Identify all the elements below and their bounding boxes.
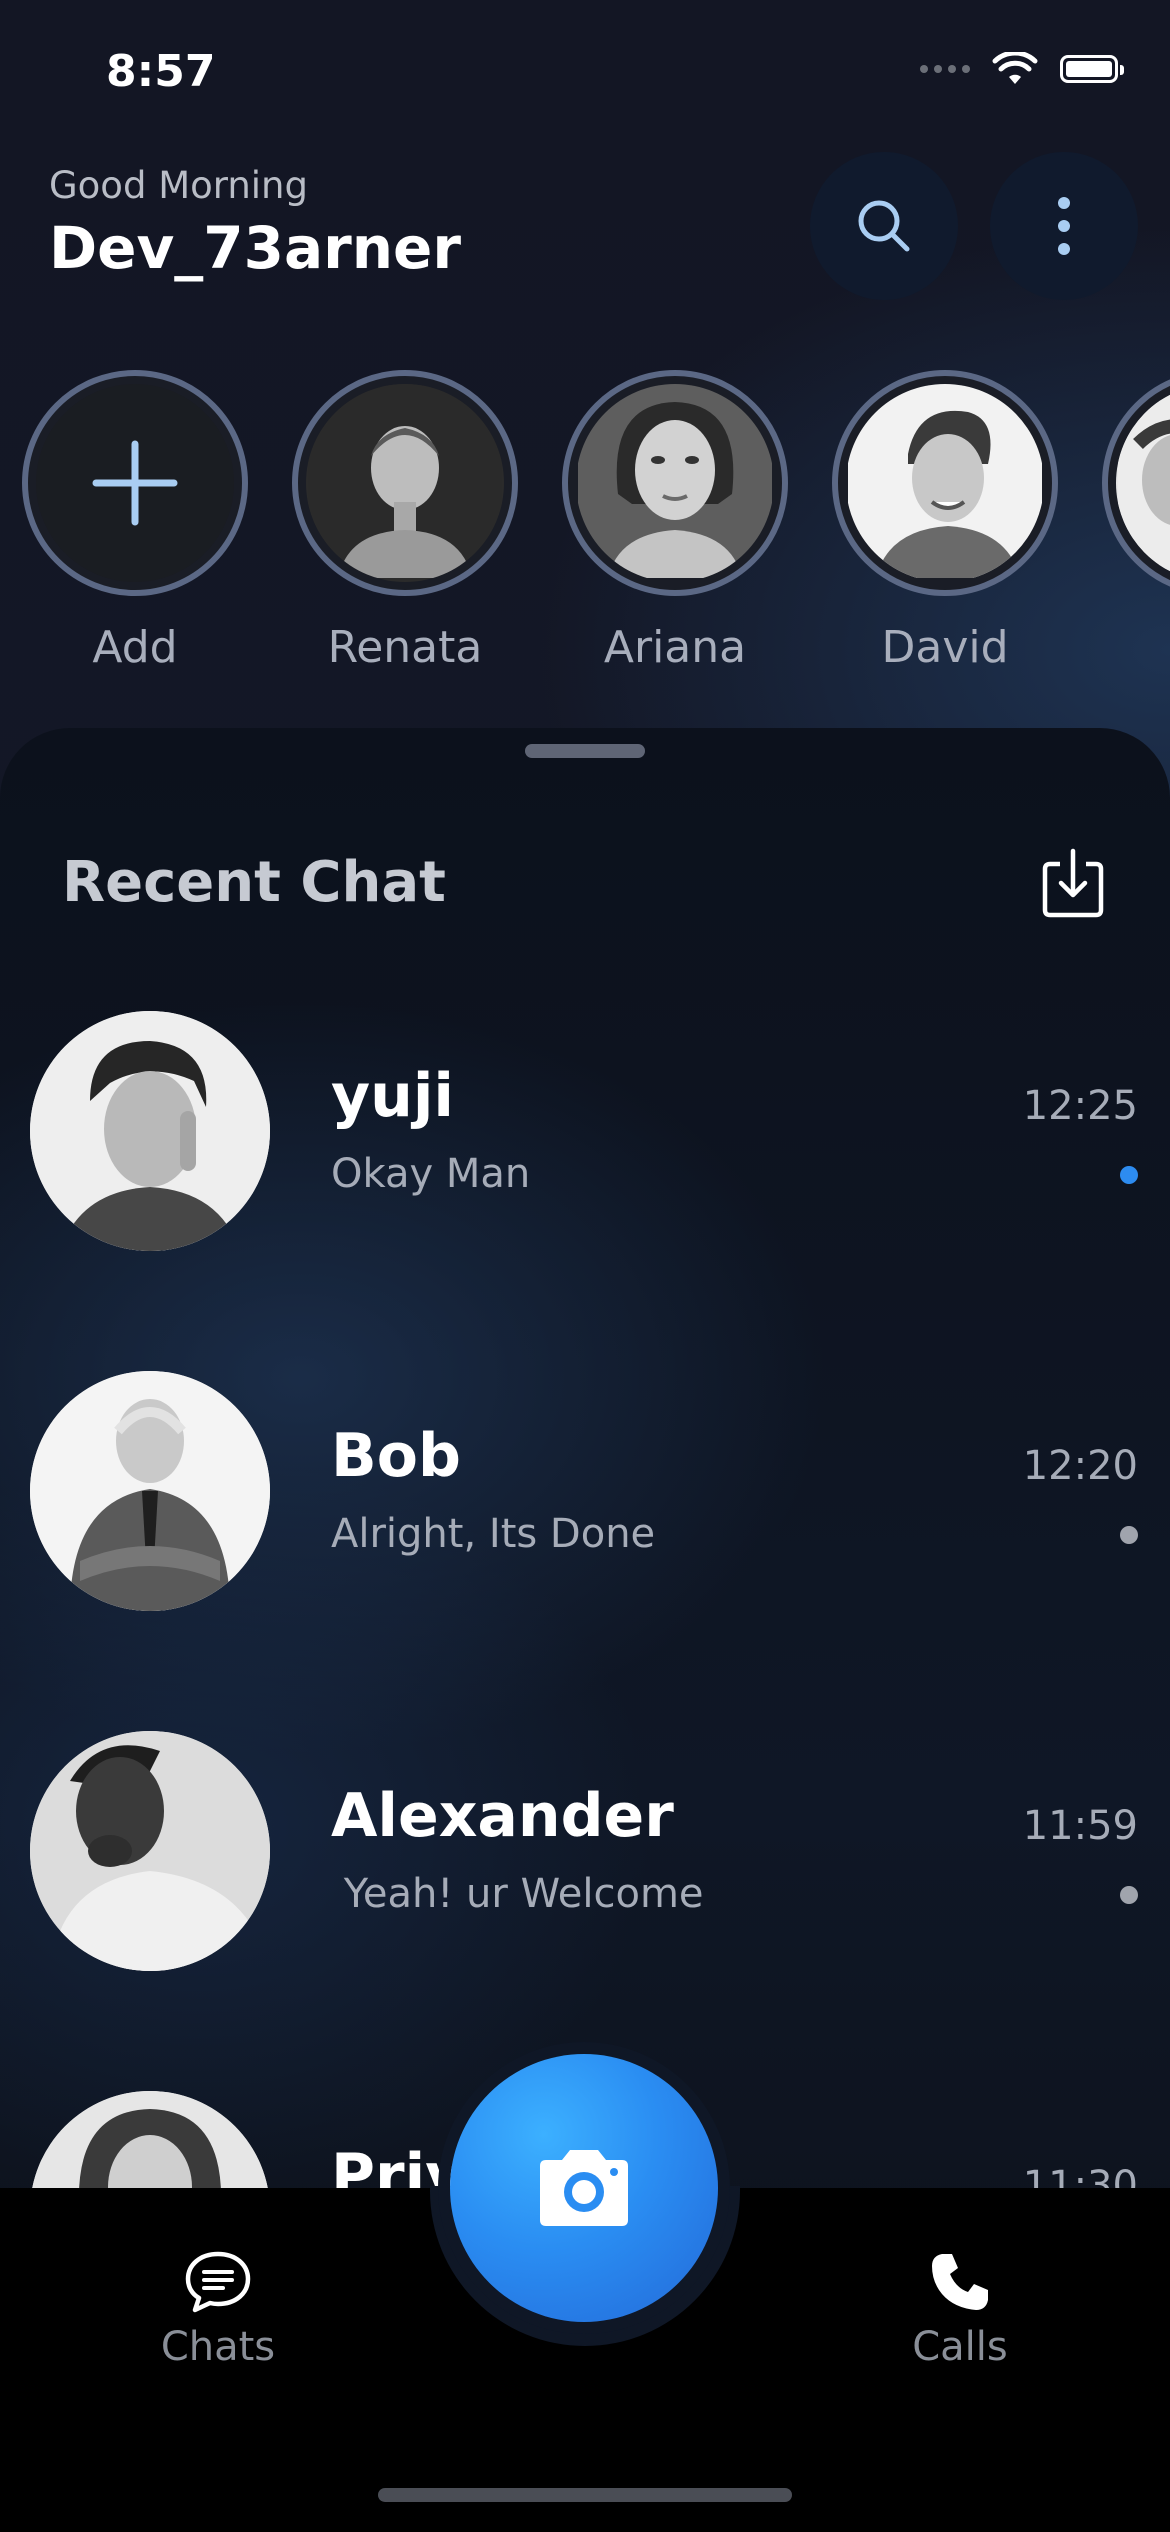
wifi-icon bbox=[992, 52, 1038, 84]
story-ariana[interactable]: Ariana bbox=[556, 370, 794, 673]
more-options-button[interactable] bbox=[990, 152, 1138, 300]
chat-row-bob[interactable]: Bob Alright, Its Done 12:20 bbox=[0, 1371, 1170, 1651]
battery-icon bbox=[1060, 55, 1124, 83]
chat-row-alexander[interactable]: Alexander Yeah! ur Welcome 11:59 bbox=[0, 1731, 1170, 2011]
chat-message: Okay Man bbox=[331, 1151, 531, 1197]
greeting-text: Good Morning bbox=[49, 164, 308, 207]
chat-time: 12:20 bbox=[1022, 1443, 1138, 1489]
chat-name: Bob bbox=[331, 1421, 461, 1491]
chat-time: 12:25 bbox=[1022, 1083, 1138, 1129]
tab-chats[interactable]: Chats bbox=[118, 2250, 318, 2370]
avatar bbox=[30, 1731, 270, 1971]
tab-label: Calls bbox=[912, 2324, 1008, 2370]
chat-name: yuji bbox=[331, 1061, 454, 1131]
username-title: Dev_73arner bbox=[49, 214, 461, 282]
download-icon bbox=[1042, 848, 1104, 918]
chat-message: Alright, Its Done bbox=[331, 1511, 656, 1557]
more-vertical-icon bbox=[1058, 197, 1070, 255]
story-partial[interactable] bbox=[1096, 370, 1170, 596]
sheet-handle[interactable] bbox=[525, 744, 645, 758]
home-indicator[interactable] bbox=[378, 2488, 792, 2502]
unread-indicator bbox=[1120, 1166, 1138, 1184]
plus-icon bbox=[92, 440, 178, 526]
download-button[interactable] bbox=[1040, 846, 1106, 920]
story-add[interactable]: Add bbox=[16, 370, 254, 673]
status-icons bbox=[920, 52, 1124, 86]
signal-icon bbox=[920, 65, 970, 73]
tab-calls[interactable]: Calls bbox=[860, 2250, 1060, 2370]
avatar bbox=[30, 1371, 270, 1611]
camera-icon bbox=[540, 2150, 628, 2226]
story-label: Renata bbox=[327, 622, 483, 673]
tab-label: Chats bbox=[160, 2324, 276, 2370]
chat-name: Alexander bbox=[331, 1781, 674, 1851]
avatar bbox=[30, 1011, 270, 1251]
read-indicator bbox=[1120, 1526, 1138, 1544]
story-label: Ariana bbox=[603, 622, 747, 673]
chat-message: Yeah! ur Welcome bbox=[331, 1871, 704, 1917]
chat-row-yuji[interactable]: yuji Okay Man 12:25 bbox=[0, 1011, 1170, 1291]
read-indicator bbox=[1120, 1886, 1138, 1904]
app-screen: 8:57 Good Morning Dev_73arner Add Renata… bbox=[0, 0, 1170, 2532]
story-renata[interactable]: Renata bbox=[286, 370, 524, 673]
status-time: 8:57 bbox=[106, 46, 216, 97]
avatar bbox=[1116, 384, 1170, 582]
camera-button[interactable] bbox=[450, 2054, 718, 2322]
avatar bbox=[576, 384, 774, 582]
section-title: Recent Chat bbox=[62, 850, 446, 915]
chat-time: 11:59 bbox=[1022, 1803, 1138, 1849]
story-label: David bbox=[881, 622, 1009, 673]
chat-bubble-icon bbox=[185, 2251, 251, 2313]
search-button[interactable] bbox=[810, 152, 958, 300]
search-icon bbox=[858, 200, 910, 252]
avatar bbox=[846, 384, 1044, 582]
story-label: Add bbox=[92, 622, 178, 673]
phone-icon bbox=[932, 2254, 988, 2310]
avatar bbox=[306, 384, 504, 582]
story-david[interactable]: David bbox=[826, 370, 1064, 673]
